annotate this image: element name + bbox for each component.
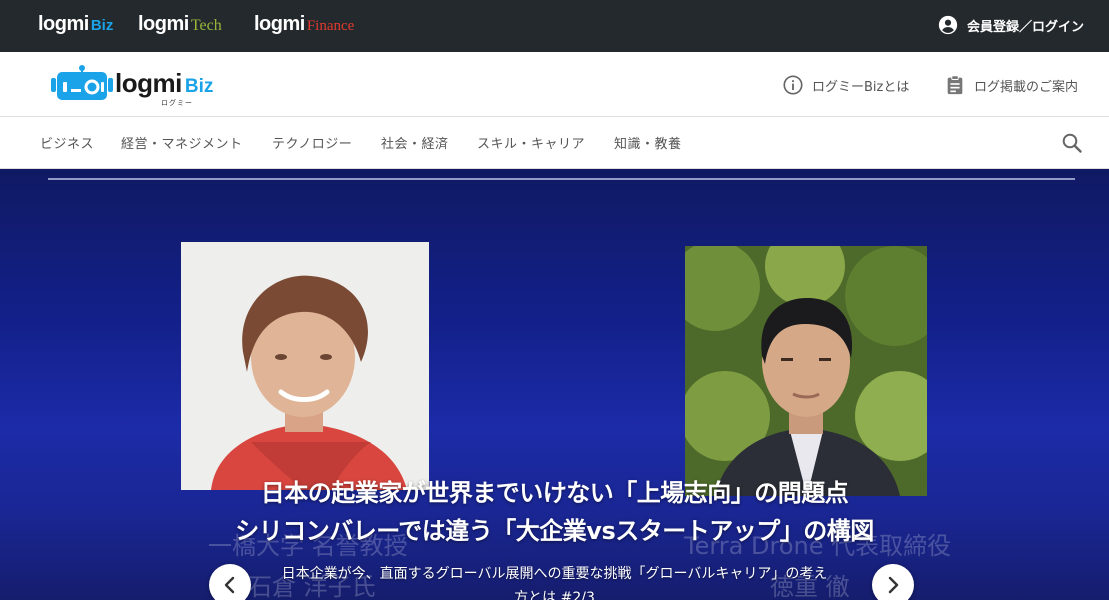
- category-nav: ビジネス 経営・マネジメント テクノロジー 社会・経済 スキル・キャリア 知識・…: [0, 117, 1109, 169]
- search-button[interactable]: [1060, 131, 1084, 155]
- hero-headline-line2[interactable]: シリコンバレーでは違う「大企業vsスタートアップ」の構図: [0, 511, 1109, 546]
- nav-item-business[interactable]: ビジネス: [40, 133, 94, 152]
- logmi-tech-sub: Tech: [190, 17, 222, 34]
- hero-divider: [48, 178, 1075, 180]
- logmi-finance-link[interactable]: logmi Finance: [254, 13, 354, 36]
- logo-main-text: logmi: [115, 67, 182, 98]
- chevron-right-icon: [883, 575, 903, 595]
- nav-item-skill-career[interactable]: スキル・キャリア: [477, 133, 585, 152]
- login-label: 会員登録／ログイン: [966, 19, 1084, 35]
- speaker-photo-right: [685, 246, 927, 496]
- login-button[interactable]: 会員登録／ログイン: [937, 14, 1084, 36]
- guide-link[interactable]: ログ掲載のご案内: [944, 74, 1078, 96]
- nav-item-management[interactable]: 経営・マネジメント: [121, 133, 243, 152]
- service-bar: logmi Biz logmi Tech logmi Finance 会員登録／ログイ…: [0, 0, 1109, 52]
- carousel-prev-button[interactable]: [209, 564, 251, 600]
- hero-carousel[interactable]: 一橋大学 名誉教授 石倉 洋子氏 Terra Drone 代表取締役 徳重 徹 …: [0, 169, 1109, 600]
- logmi-biz-link[interactable]: logmi Biz: [38, 13, 113, 36]
- info-icon: [782, 74, 804, 96]
- logmi-biz-main: logmi: [38, 13, 89, 35]
- carousel-next-button[interactable]: [872, 564, 914, 600]
- robot-logo-icon: [51, 64, 113, 104]
- about-label: ログミーBizとは: [812, 79, 910, 95]
- nav-item-technology[interactable]: テクノロジー: [272, 133, 352, 152]
- account-circle-icon: [937, 14, 959, 36]
- hero-headline-line1[interactable]: 日本の起業家が世界までいけない「上場志向」の問題点: [0, 473, 1109, 508]
- logmi-biz-sub: Biz: [90, 17, 114, 34]
- site-logo[interactable]: logmi Biz ログミー: [51, 64, 214, 107]
- clipboard-icon: [944, 74, 966, 96]
- hero-description-line1: 日本企業が今、直面するグローバル展開への重要な挑戦「グローバルキャリア」の考え: [281, 566, 828, 582]
- nav-item-society-economy[interactable]: 社会・経済: [381, 133, 449, 152]
- guide-label: ログ掲載のご案内: [974, 79, 1079, 95]
- logmi-tech-main: logmi: [138, 13, 189, 35]
- logo-kana: ログミー: [161, 98, 193, 107]
- search-icon: [1060, 131, 1084, 155]
- chevron-left-icon: [220, 575, 240, 595]
- logmi-finance-sub: Finance: [306, 18, 355, 34]
- logmi-tech-link[interactable]: logmi Tech: [138, 13, 222, 36]
- logo-sub-text: Biz: [184, 75, 214, 97]
- hero-description-line2: 方とは #2/3: [514, 590, 595, 600]
- site-header: logmi Biz ログミー ログミーBizとは ログ掲載のご案内: [0, 52, 1109, 117]
- nav-item-knowledge[interactable]: 知識・教養: [614, 133, 682, 152]
- speaker-photo-left: [181, 242, 429, 490]
- logmi-finance-main: logmi: [254, 13, 305, 35]
- about-link[interactable]: ログミーBizとは: [782, 74, 909, 96]
- logo-wordmark: logmi Biz ログミー: [115, 67, 214, 107]
